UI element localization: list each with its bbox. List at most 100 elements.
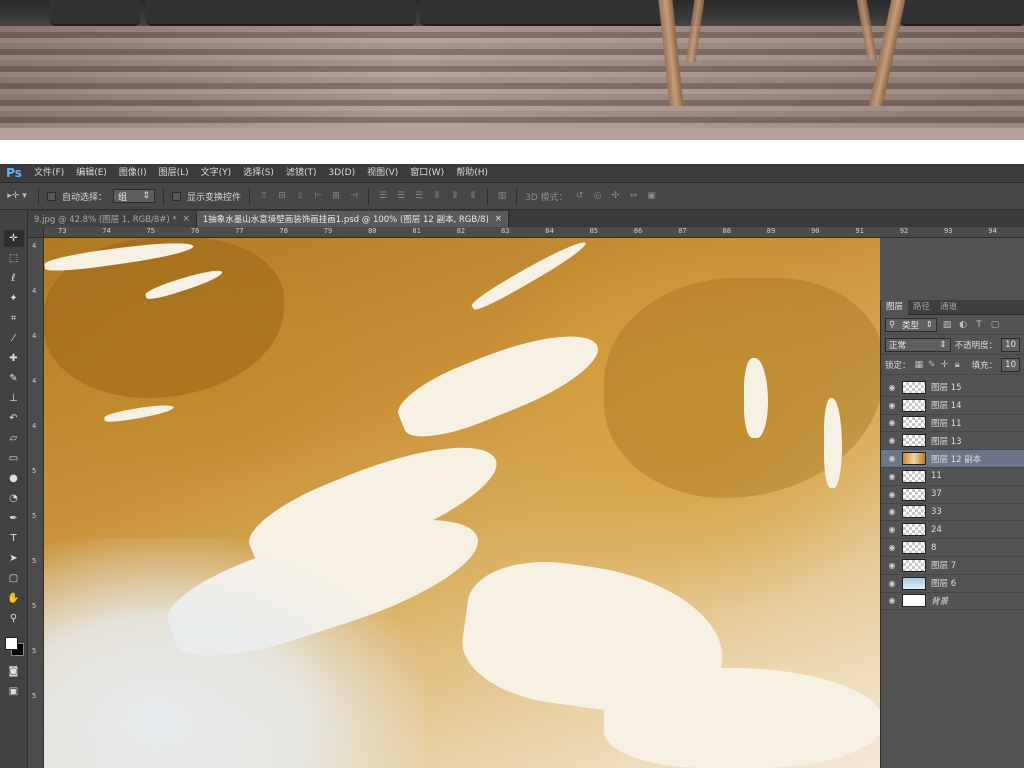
eye-icon[interactable]: ◉ bbox=[887, 578, 897, 588]
show-transform-checkbox[interactable] bbox=[172, 191, 182, 201]
eye-icon[interactable]: ◉ bbox=[887, 436, 897, 446]
eyedropper-tool-icon[interactable]: ⁄ bbox=[4, 330, 24, 347]
lock-all-icon[interactable]: 🔒︎ bbox=[953, 359, 962, 371]
move-tool-preset-icon[interactable]: ▸✛ ▾ bbox=[4, 190, 30, 202]
menu-image[interactable]: 图像(I) bbox=[113, 164, 153, 183]
layer-row[interactable]: ◉ 图层 14 bbox=[881, 397, 1024, 415]
layer-row[interactable]: ◉ 图层 7 bbox=[881, 557, 1024, 575]
eye-icon[interactable]: ◉ bbox=[887, 560, 897, 570]
distribute-bottom-icon[interactable]: ☰ bbox=[413, 190, 425, 202]
distribute-vcenter-icon[interactable]: ☰ bbox=[395, 190, 407, 202]
layer-row[interactable]: ◉ 33 bbox=[881, 504, 1024, 522]
eye-icon[interactable]: ◉ bbox=[887, 596, 897, 606]
type-filter-icon[interactable]: T bbox=[973, 319, 985, 331]
fill-field[interactable]: 10 bbox=[1001, 357, 1020, 372]
crop-tool-icon[interactable]: ⌗ bbox=[4, 310, 24, 327]
path-select-tool-icon[interactable]: ➤ bbox=[4, 550, 24, 567]
layer-row[interactable]: ◉ 图层 13 bbox=[881, 432, 1024, 451]
lock-image-icon[interactable]: ✎ bbox=[927, 359, 936, 371]
align-vcenter-icon[interactable]: ⊟ bbox=[276, 190, 288, 202]
color-swatches[interactable] bbox=[2, 634, 26, 660]
distribute-top-icon[interactable]: ☰ bbox=[377, 190, 389, 202]
layer-row[interactable]: ◉ 图层 12 副本 bbox=[881, 450, 1024, 468]
eye-icon[interactable]: ◉ bbox=[887, 382, 897, 392]
distribute-right-icon[interactable]: ⦀ bbox=[467, 190, 479, 202]
ruler-corner[interactable] bbox=[28, 227, 44, 238]
3d-pan-icon[interactable]: ✣ bbox=[610, 190, 622, 202]
screen-mode-icon[interactable]: ▣ bbox=[4, 683, 24, 700]
layer-filter-dropdown[interactable]: ⚲ 类型 ⇕ bbox=[885, 317, 937, 332]
menu-select[interactable]: 选择(S) bbox=[237, 164, 280, 183]
menu-edit[interactable]: 编辑(E) bbox=[70, 164, 113, 183]
layer-row[interactable]: ◉ 11 bbox=[881, 468, 1024, 486]
align-bottom-icon[interactable]: ⫫ bbox=[294, 190, 306, 202]
dodge-tool-icon[interactable]: ◔ bbox=[4, 490, 24, 507]
menu-help[interactable]: 帮助(H) bbox=[450, 164, 494, 183]
3d-slide-icon[interactable]: ⇔ bbox=[628, 190, 640, 202]
type-tool-icon[interactable]: T bbox=[4, 530, 24, 547]
vertical-ruler[interactable]: 4 4 4 4 4 5 5 5 5 5 5 bbox=[28, 238, 44, 768]
align-left-icon[interactable]: ⊢ bbox=[312, 190, 324, 202]
auto-select-dropdown[interactable]: 组 ⇕ bbox=[113, 189, 156, 203]
eye-icon[interactable]: ◉ bbox=[887, 489, 897, 499]
eye-icon[interactable]: ◉ bbox=[887, 471, 897, 481]
shape-filter-icon[interactable]: ▢ bbox=[989, 319, 1001, 331]
3d-rotate-icon[interactable]: ↺ bbox=[574, 190, 586, 202]
foreground-color-swatch[interactable] bbox=[4, 637, 18, 650]
3d-scale-icon[interactable]: ▣ bbox=[646, 190, 658, 202]
menu-3d[interactable]: 3D(D) bbox=[322, 164, 361, 183]
layer-row[interactable]: ◉ 8 bbox=[881, 539, 1024, 557]
marquee-tool-icon[interactable]: ⬚ bbox=[4, 250, 24, 267]
align-hcenter-icon[interactable]: ⊞ bbox=[330, 190, 342, 202]
lasso-tool-icon[interactable]: ℓ bbox=[4, 270, 24, 287]
tab-layers[interactable]: 图层 bbox=[881, 299, 909, 315]
menu-view[interactable]: 视图(V) bbox=[361, 164, 404, 183]
close-tab-icon[interactable]: × bbox=[183, 214, 190, 224]
healing-brush-tool-icon[interactable]: ✚ bbox=[4, 350, 24, 367]
eraser-tool-icon[interactable]: ▱ bbox=[4, 430, 24, 447]
tab-paths[interactable]: 路径 bbox=[908, 300, 935, 315]
align-top-icon[interactable]: ⫪ bbox=[258, 190, 270, 202]
shape-tool-icon[interactable]: ▢ bbox=[4, 570, 24, 587]
menu-window[interactable]: 窗口(W) bbox=[404, 164, 450, 183]
gradient-tool-icon[interactable]: ▭ bbox=[4, 450, 24, 467]
brush-tool-icon[interactable]: ✎ bbox=[4, 370, 24, 387]
layer-row[interactable]: ◉ 图层 6 bbox=[881, 575, 1024, 593]
eye-icon[interactable]: ◉ bbox=[887, 454, 897, 464]
opacity-field[interactable]: 10 bbox=[1001, 337, 1020, 352]
blend-mode-dropdown[interactable]: 正常 ⇕ bbox=[885, 337, 951, 352]
zoom-tool-icon[interactable]: ⚲ bbox=[4, 610, 24, 627]
menu-file[interactable]: 文件(F) bbox=[28, 164, 70, 183]
pen-tool-icon[interactable]: ✒ bbox=[4, 510, 24, 527]
blur-tool-icon[interactable]: ● bbox=[4, 470, 24, 487]
auto-align-icon[interactable]: ▥ bbox=[496, 190, 508, 202]
layer-row[interactable]: ◉ 图层 15 bbox=[881, 379, 1024, 397]
eye-icon[interactable]: ◉ bbox=[887, 507, 897, 517]
pixel-filter-icon[interactable]: ▧ bbox=[941, 319, 953, 331]
menu-layer[interactable]: 图层(L) bbox=[153, 164, 195, 183]
lock-transparent-icon[interactable]: ▦ bbox=[915, 359, 924, 371]
close-tab-icon[interactable]: × bbox=[495, 214, 502, 224]
menu-type[interactable]: 文字(Y) bbox=[195, 164, 238, 183]
auto-select-checkbox[interactable] bbox=[47, 191, 56, 201]
move-tool-icon[interactable]: ✛ bbox=[3, 230, 24, 247]
menu-filter[interactable]: 滤镜(T) bbox=[280, 164, 323, 183]
eye-icon[interactable]: ◉ bbox=[887, 543, 897, 553]
document-canvas[interactable] bbox=[44, 238, 880, 768]
clone-stamp-tool-icon[interactable]: ⊥ bbox=[4, 390, 24, 407]
eye-icon[interactable]: ◉ bbox=[887, 400, 897, 410]
lock-position-icon[interactable]: ✛ bbox=[940, 359, 949, 371]
layer-row[interactable]: ◉ 背景 bbox=[881, 593, 1024, 611]
eye-icon[interactable]: ◉ bbox=[887, 418, 897, 428]
hand-tool-icon[interactable]: ✋ bbox=[4, 590, 24, 607]
tab-channels[interactable]: 通道 bbox=[935, 300, 962, 315]
document-tab-2[interactable]: 1抽象水墨山水意境壁画装饰画挂画1.psd @ 100% (图层 12 副本, … bbox=[196, 211, 509, 227]
quick-mask-icon[interactable]: ◙ bbox=[4, 663, 24, 680]
layer-row[interactable]: ◉ 图层 11 bbox=[881, 415, 1024, 433]
quick-select-tool-icon[interactable]: ✦ bbox=[4, 290, 24, 307]
history-brush-tool-icon[interactable]: ↶ bbox=[4, 410, 24, 427]
adjustment-filter-icon[interactable]: ◐ bbox=[957, 319, 969, 331]
3d-roll-icon[interactable]: ◎ bbox=[592, 190, 604, 202]
distribute-left-icon[interactable]: ⦀ bbox=[431, 190, 443, 202]
layer-row[interactable]: ◉ 37 bbox=[881, 486, 1024, 504]
